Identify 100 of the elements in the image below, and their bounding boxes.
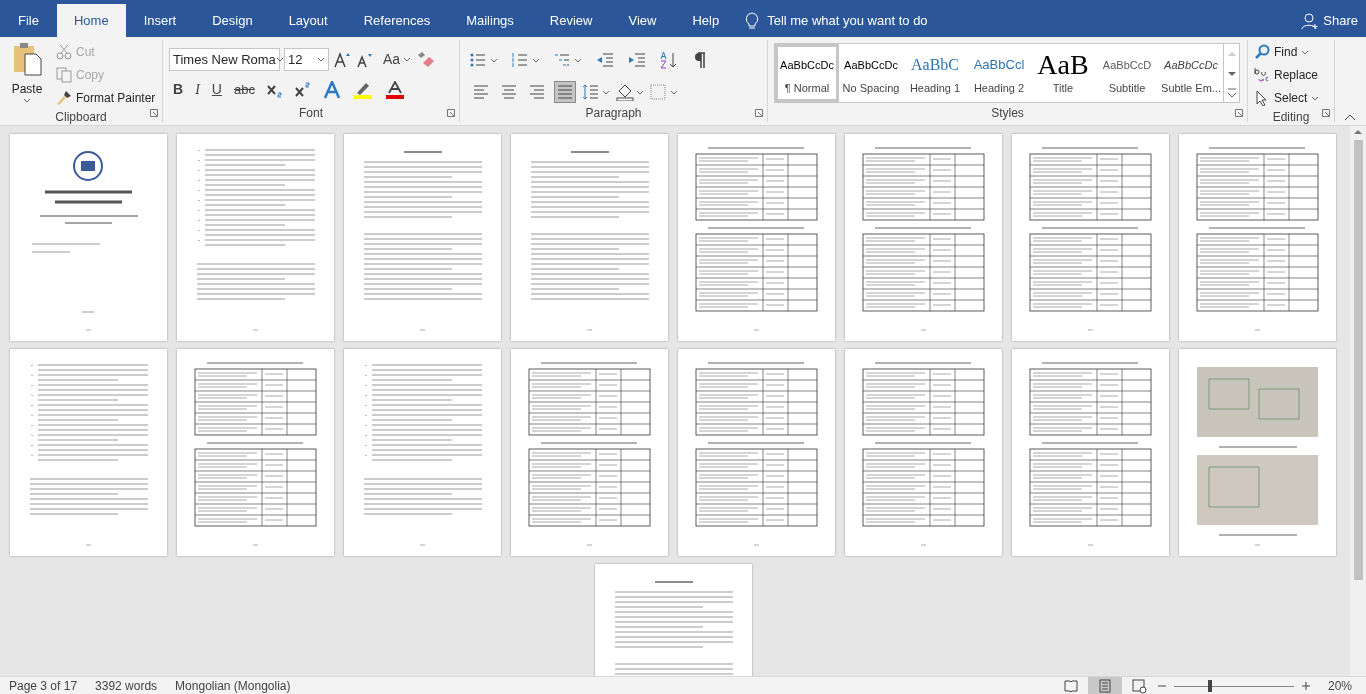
lightbulb-icon [745, 11, 760, 30]
page-thumbnail[interactable] [10, 134, 167, 341]
dropdown-icon [275, 57, 284, 62]
menu-tab[interactable]: Home [56, 4, 126, 37]
style-item[interactable]: AaBbCcDc Subtle Em... [1159, 44, 1223, 102]
group-label: Styles [991, 105, 1024, 122]
align-center-icon [500, 83, 518, 101]
paintbrush-icon [56, 90, 72, 106]
change-case-button[interactable]: Aa [383, 49, 412, 70]
menu-tab[interactable]: View [610, 4, 675, 37]
grow-font-icon[interactable] [333, 50, 351, 69]
menu-tab[interactable]: Layout [270, 4, 346, 37]
multilevel-list-icon[interactable] [554, 52, 582, 68]
select-button[interactable]: Select [1254, 88, 1320, 108]
menu-tab[interactable]: Design [194, 4, 271, 37]
language-indicator[interactable]: Mongolian (Mongolia) [175, 676, 291, 694]
menu-tab[interactable]: Review [531, 4, 611, 37]
page-thumbnail[interactable] [845, 349, 1002, 556]
menu-tab[interactable]: File [0, 4, 57, 37]
pilcrow-icon[interactable] [692, 51, 706, 69]
dialog-launcher-icon[interactable] [1322, 109, 1330, 117]
share-label: Share [1323, 11, 1358, 30]
align-right-icon [528, 83, 546, 101]
dropdown-icon [317, 57, 325, 62]
page-thumbnail[interactable] [1012, 349, 1169, 556]
page-thumbnail[interactable] [344, 349, 501, 556]
page-thumbnail[interactable] [511, 349, 668, 556]
highlighter-icon[interactable] [352, 80, 373, 99]
scissors-icon [56, 44, 72, 60]
zoom-slider[interactable] [1173, 679, 1294, 692]
numbering-icon[interactable] [512, 52, 540, 68]
align-justify-icon [556, 83, 574, 101]
dialog-launcher-icon[interactable] [755, 109, 763, 117]
format-painter-button[interactable]: Format Painter [56, 88, 156, 108]
increase-indent-icon[interactable] [628, 52, 646, 68]
dialog-launcher-icon[interactable] [1235, 109, 1243, 117]
text-effects-icon[interactable] [322, 80, 341, 99]
underline-button[interactable]: U [211, 79, 222, 100]
collapse-ribbon-icon[interactable] [1344, 113, 1356, 121]
search-icon [1254, 44, 1270, 60]
page-thumbnail[interactable] [678, 134, 835, 341]
group-label: Paragraph [585, 105, 642, 122]
group-label: Clipboard [55, 109, 107, 126]
replace-button[interactable]: Replace [1254, 65, 1320, 85]
page-count[interactable]: Page 3 of 17 [9, 676, 78, 694]
sort-icon[interactable] [660, 51, 678, 69]
zoom-in-icon[interactable] [1299, 679, 1312, 692]
clipboard-icon [12, 42, 42, 76]
style-item[interactable]: AaBbCcDc ¶ Normal [775, 44, 839, 102]
font-name-field[interactable]: Times New Roma [169, 48, 280, 71]
style-item[interactable]: AaB Title [1031, 44, 1095, 102]
page-thumbnail[interactable] [1179, 134, 1336, 341]
borders-icon[interactable] [650, 83, 678, 101]
share-button[interactable]: Share [1301, 4, 1358, 37]
page-thumbnail[interactable] [511, 134, 668, 341]
group-label: Font [299, 105, 323, 122]
zoom-level[interactable]: 20% [1327, 676, 1352, 694]
font-color-icon[interactable] [384, 80, 405, 99]
style-item[interactable]: AaBbCcD Subtitle [1095, 44, 1159, 102]
strikethrough-button[interactable]: abc [233, 79, 255, 100]
read-view-icon [1062, 677, 1079, 694]
shading-icon[interactable] [616, 83, 644, 101]
page-thumbnail[interactable] [845, 134, 1002, 341]
style-item[interactable]: AaBbCcDc No Spacing [839, 44, 903, 102]
person-add-icon [1301, 11, 1320, 30]
page-thumbnail[interactable] [177, 134, 334, 341]
caret-icon [1311, 95, 1320, 101]
align-justify-button[interactable] [554, 81, 576, 103]
menu-tab[interactable]: Mailings [448, 4, 532, 37]
italic-button[interactable]: I [195, 79, 200, 100]
find-button[interactable]: Find [1254, 42, 1320, 62]
menu-tab[interactable]: References [345, 4, 449, 37]
bullets-icon[interactable] [470, 52, 498, 68]
menu-tab[interactable]: Insert [125, 4, 195, 37]
decrease-indent-icon[interactable] [596, 52, 614, 68]
tell-me-field[interactable]: Tell me what you want to do [767, 10, 1028, 31]
page-thumbnail[interactable] [678, 349, 835, 556]
caret-icon [23, 98, 31, 103]
group-label: Editing [1272, 109, 1310, 126]
font-size-field[interactable]: 12 [284, 48, 329, 71]
page-thumbnail[interactable] [177, 349, 334, 556]
page-thumbnail[interactable] [10, 349, 167, 556]
page-thumbnail[interactable] [344, 134, 501, 341]
bold-button[interactable]: B [173, 79, 184, 100]
caret-icon [1301, 49, 1310, 55]
page-thumbnail[interactable] [1179, 349, 1336, 556]
paste-button[interactable]: Paste [6, 40, 48, 108]
superscript-icon[interactable] [294, 81, 311, 98]
line-spacing-icon[interactable] [582, 83, 610, 101]
dialog-launcher-icon[interactable] [150, 109, 158, 117]
print-view-button[interactable] [1087, 676, 1122, 694]
zoom-slider-thumb[interactable] [1207, 679, 1212, 692]
print-view-icon [1096, 677, 1113, 694]
page-thumbnail[interactable] [1012, 134, 1169, 341]
style-item[interactable]: AaBbCcl Heading 2 [967, 44, 1031, 102]
menu-tab[interactable]: Help [674, 4, 738, 37]
vertical-scrollbar[interactable] [1350, 126, 1366, 676]
style-item[interactable]: AaBbC Heading 1 [903, 44, 967, 102]
dialog-launcher-icon[interactable] [447, 109, 455, 117]
word-count[interactable]: 3392 words [95, 676, 158, 694]
